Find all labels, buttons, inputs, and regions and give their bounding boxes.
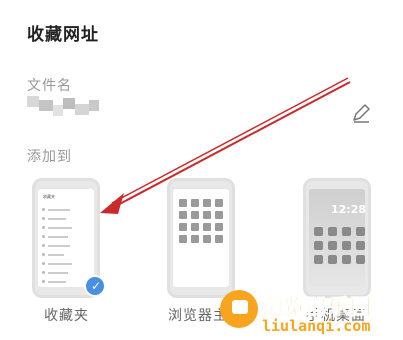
- favorites-preview-header: 收藏夹: [43, 194, 55, 199]
- watermark-logo-icon: [220, 290, 258, 328]
- home-clock: 12:28: [331, 203, 365, 216]
- watermark-domain: liulanqi.com: [262, 317, 371, 335]
- target-browser-home[interactable]: [167, 178, 235, 298]
- add-to-label: 添加到: [27, 149, 72, 165]
- target-phone-desktop[interactable]: 12:28: [303, 178, 371, 298]
- filename-field[interactable]: [27, 96, 99, 118]
- browser-home-preview: [173, 189, 229, 287]
- target-caption: 收藏夹: [44, 308, 89, 324]
- pencil-icon[interactable]: [350, 102, 372, 124]
- selected-check-icon: ✓: [84, 275, 106, 297]
- dialog-title: 收藏网址: [27, 25, 99, 45]
- watermark: 浏览器乐园 liulanqi.com: [220, 287, 403, 340]
- filename-label: 文件名: [27, 78, 72, 94]
- phone-desktop-preview: 12:28: [309, 189, 365, 287]
- favorites-preview: 收藏夹: [38, 189, 94, 287]
